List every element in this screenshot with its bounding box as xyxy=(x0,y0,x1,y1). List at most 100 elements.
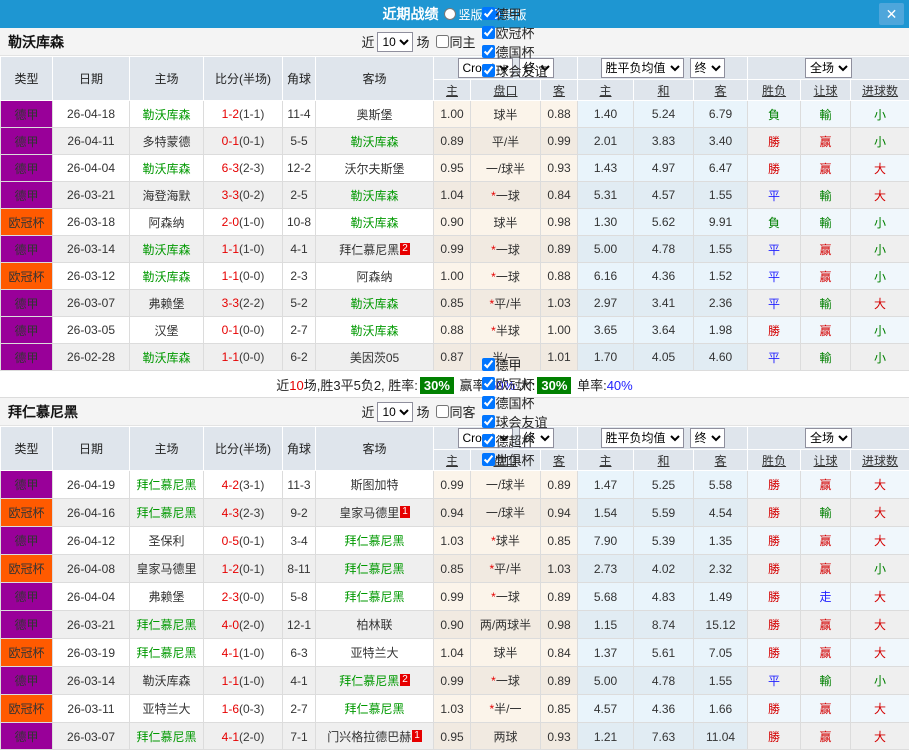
match-row: 德甲26-04-04弗赖堡2-3(0-0)5-8拜仁慕尼黑0.99*一球0.89… xyxy=(1,583,909,611)
team-label: 勒沃库森 xyxy=(350,324,398,338)
league-checkbox[interactable] xyxy=(482,358,495,371)
corners-cell: 8-11 xyxy=(283,555,316,583)
league-checkbox[interactable] xyxy=(482,434,495,447)
league-filter[interactable]: 德甲 xyxy=(479,4,548,23)
odds-home-cell: 0.85 xyxy=(434,555,471,583)
odds-home-cell: 0.88 xyxy=(434,317,471,344)
avg-draw-cell: 5.61 xyxy=(634,639,694,667)
goals-cell: 小 xyxy=(851,236,909,263)
handicap-cell: 一/球半 xyxy=(471,499,541,527)
sub-col-avg-home[interactable]: 主 xyxy=(578,80,634,101)
league-filter[interactable]: 球会友谊 xyxy=(479,412,548,431)
handicap-result-cell: 輸 xyxy=(801,667,851,695)
team-filter-bar: 拜仁慕尼黑 近 10 场 同客 德甲欧冠杯德国杯球会友谊德超杯世俱杯 xyxy=(0,398,909,426)
odds-home-cell: 0.90 xyxy=(434,611,471,639)
avg-time-select[interactable]: 终 xyxy=(690,428,725,448)
date-cell: 26-03-12 xyxy=(53,263,130,290)
same-venue-checkbox[interactable] xyxy=(436,35,449,48)
sub-col-avg-draw[interactable]: 和 xyxy=(634,80,694,101)
league-checkbox[interactable] xyxy=(482,453,495,466)
away-team-cell: 拜仁慕尼黑 xyxy=(316,527,434,555)
avg-draw-cell: 4.78 xyxy=(634,667,694,695)
avg-select[interactable]: 胜平负均值 xyxy=(601,428,684,448)
sub-col-odds-away[interactable]: 客 xyxy=(541,80,578,101)
league-checkbox[interactable] xyxy=(482,26,495,39)
same-venue-filter[interactable]: 同客 xyxy=(433,402,476,421)
team-label: 勒沃库森 xyxy=(142,108,190,122)
rounds-select[interactable]: 10 xyxy=(377,402,413,422)
sub-col-handicap-result[interactable]: 让球 xyxy=(801,80,851,101)
sub-col-odds-home[interactable]: 主 xyxy=(434,80,471,101)
sub-col-avg-away[interactable]: 客 xyxy=(694,80,748,101)
league-filter[interactable]: 德甲 xyxy=(479,355,548,374)
same-venue-checkbox[interactable] xyxy=(436,405,449,418)
team-label: 阿森纳 xyxy=(356,270,392,284)
league-checkbox[interactable] xyxy=(482,64,495,77)
goals-cell: 大 xyxy=(851,611,909,639)
result-cell: 勝 xyxy=(748,639,801,667)
league-filter[interactable]: 德国杯 xyxy=(479,393,548,412)
league-checkbox[interactable] xyxy=(482,45,495,58)
league-checkbox[interactable] xyxy=(482,377,495,390)
match-row: 德甲26-03-21海登海默3-3(0-2)2-5勒沃库森1.04*一球0.84… xyxy=(1,182,909,209)
score-cell: 4-0(2-0) xyxy=(204,611,283,639)
league-checkbox[interactable] xyxy=(482,7,495,20)
odds-home-cell: 0.90 xyxy=(434,209,471,236)
sub-col-avg-draw[interactable]: 和 xyxy=(634,450,694,471)
odds-away-cell: 0.98 xyxy=(541,209,578,236)
sub-col-avg-home[interactable]: 主 xyxy=(578,450,634,471)
date-cell: 26-03-11 xyxy=(53,695,130,723)
sub-col-avg-away[interactable]: 客 xyxy=(694,450,748,471)
handicap-cell: *一球 xyxy=(471,182,541,209)
score-cell: 4-2(3-1) xyxy=(204,471,283,499)
same-venue-filter[interactable]: 同主 xyxy=(433,32,476,51)
handicap-result-cell: 輸 xyxy=(801,499,851,527)
score-cell: 4-1(2-0) xyxy=(204,723,283,750)
odds-home-cell: 1.03 xyxy=(434,527,471,555)
col-home: 主场 xyxy=(130,57,204,101)
league-filter[interactable]: 欧冠杯 xyxy=(479,23,548,42)
odds-away-cell: 0.85 xyxy=(541,695,578,723)
league-filter[interactable]: 世俱杯 xyxy=(479,450,548,469)
goals-cell: 小 xyxy=(851,317,909,344)
league-filter[interactable]: 德国杯 xyxy=(479,42,548,61)
result-cell: 勝 xyxy=(748,527,801,555)
sub-col-handicap[interactable]: 盘口 xyxy=(471,80,541,101)
scope-select[interactable]: 全场 xyxy=(805,58,852,78)
date-cell: 26-04-04 xyxy=(53,583,130,611)
col-type: 类型 xyxy=(1,57,53,101)
league-filter[interactable]: 德超杯 xyxy=(479,431,548,450)
league-filter[interactable]: 欧冠杯 xyxy=(479,374,548,393)
team-label: 柏林联 xyxy=(356,618,392,632)
close-button[interactable]: ✕ xyxy=(879,3,904,25)
home-team-cell: 拜仁慕尼黑 xyxy=(130,639,204,667)
sub-col-result[interactable]: 胜负 xyxy=(748,80,801,101)
avg-draw-cell: 5.39 xyxy=(634,527,694,555)
score-cell: 1-1(0-0) xyxy=(204,344,283,371)
scope-select[interactable]: 全场 xyxy=(805,428,852,448)
avg-away-cell: 11.04 xyxy=(694,723,748,750)
sub-col-result[interactable]: 胜负 xyxy=(748,450,801,471)
sub-col-handicap-result[interactable]: 让球 xyxy=(801,450,851,471)
result-cell: 平 xyxy=(748,236,801,263)
team-label: 拜仁慕尼黑 xyxy=(344,590,404,604)
sub-col-goals[interactable]: 进球数 xyxy=(851,80,909,101)
avg-select[interactable]: 胜平负均值 xyxy=(601,58,684,78)
goals-cell: 小 xyxy=(851,263,909,290)
type-cell: 德甲 xyxy=(1,317,53,344)
handicap-cell: *平/半 xyxy=(471,555,541,583)
avg-draw-cell: 3.83 xyxy=(634,128,694,155)
league-filter[interactable]: 球会友谊 xyxy=(479,61,548,80)
league-checkbox[interactable] xyxy=(482,396,495,409)
team-label: 弗赖堡 xyxy=(148,297,184,311)
avg-home-cell: 1.43 xyxy=(578,155,634,182)
avg-time-select[interactable]: 终 xyxy=(690,58,725,78)
sub-col-goals[interactable]: 进球数 xyxy=(851,450,909,471)
type-cell: 德甲 xyxy=(1,128,53,155)
date-cell: 26-02-28 xyxy=(53,344,130,371)
team-label: 亚特兰大 xyxy=(142,702,190,716)
rounds-select[interactable]: 10 xyxy=(377,32,413,52)
team-label: 阿森纳 xyxy=(148,216,184,230)
goals-cell: 大 xyxy=(851,499,909,527)
league-checkbox[interactable] xyxy=(482,415,495,428)
